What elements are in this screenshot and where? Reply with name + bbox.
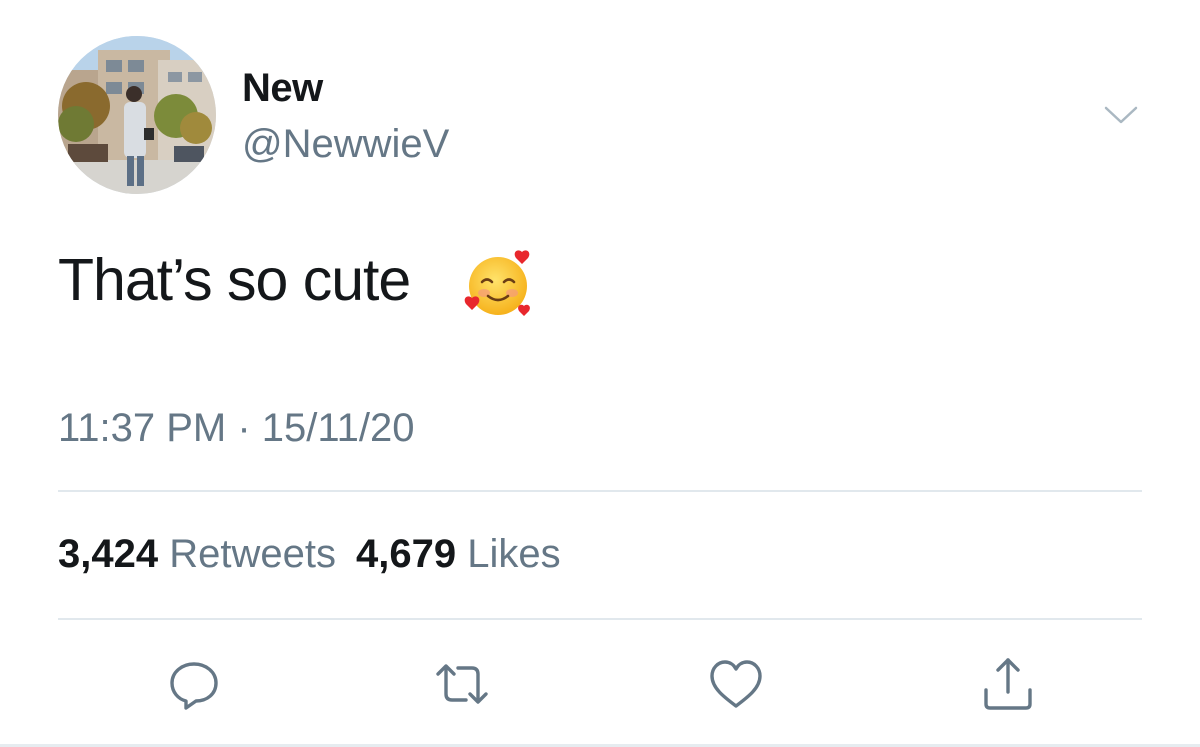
chevron-down-icon[interactable]: [1098, 98, 1144, 134]
avatar[interactable]: [58, 36, 216, 194]
retweets-link[interactable]: 3,424 Retweets: [58, 532, 336, 576]
timestamp-separator: ·: [226, 406, 262, 450]
user-handle[interactable]: @NewwieV: [242, 122, 449, 167]
divider: [58, 490, 1142, 492]
likes-label: Likes: [467, 532, 561, 576]
retweets-label: Retweets: [169, 532, 336, 576]
reply-icon[interactable]: [164, 654, 224, 714]
tweet-text: That’s so cute: [58, 247, 411, 313]
likes-count: 4,679: [355, 532, 457, 576]
share-icon[interactable]: [978, 654, 1038, 714]
tweet-date: 15/11/20: [261, 406, 415, 450]
display-name[interactable]: New: [242, 66, 323, 111]
smiling-face-with-hearts-icon: [464, 248, 536, 320]
like-icon[interactable]: [706, 654, 766, 714]
tweet-time: 11:37 PM: [58, 406, 227, 450]
retweet-icon[interactable]: [432, 654, 492, 714]
divider: [58, 618, 1142, 620]
tweet-timestamp[interactable]: 11:37 PM · 15/11/20: [58, 406, 415, 451]
retweets-count: 3,424: [58, 532, 159, 576]
tweet-card: New @NewwieV That’s so cute 11:37 PM · 1…: [0, 0, 1200, 747]
likes-link[interactable]: 4,679 Likes: [356, 532, 561, 576]
tweet-stats: 3,424 Retweets 4,679 Likes: [58, 532, 561, 577]
